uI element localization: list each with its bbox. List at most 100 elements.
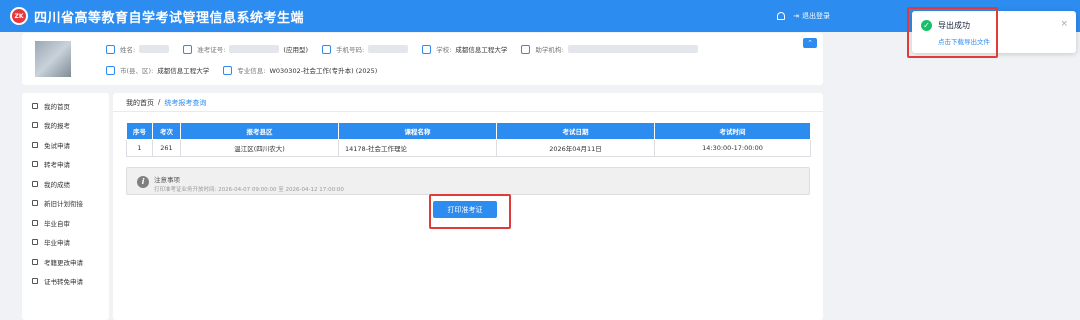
ticket-value-redacted	[229, 45, 280, 53]
location-icon	[106, 65, 115, 75]
sidebar-item-label: 毕业自审	[44, 219, 70, 228]
sidebar-item-label: 新旧计划衔接	[44, 200, 83, 209]
phone-value-redacted	[368, 45, 409, 53]
sidebar-item-label: 我的首页	[44, 102, 70, 111]
table-header-row: 序号 考次 报考县区 课程名称 考试日期 考试时间	[126, 122, 811, 140]
breadcrumb-current: 统考报考查询	[164, 99, 207, 107]
city-value: 成都信息工程大学	[157, 67, 210, 75]
logout-button[interactable]: ⇥ 退出登录	[793, 11, 830, 21]
name-field: 姓名:	[106, 44, 170, 54]
user-icon	[106, 44, 115, 54]
col-header-time: 考试时间	[654, 122, 811, 140]
avatar	[35, 41, 71, 77]
sidebar-item-label: 我的报考	[44, 122, 70, 131]
document-icon	[32, 180, 38, 187]
notice-text: 打印准考证业务开放时间: 2026-04-07 09:00:00 至 2026-…	[154, 187, 344, 193]
sidebar-item-label: 我的成绩	[44, 180, 70, 189]
profile-card: 姓名: 准考证号: (应用型) 手机号码: 学校: 成都信息工程大学 助学机构:	[22, 33, 823, 85]
major-field: 专业信息: W030302-社会工作(专升本) (2025)	[223, 65, 377, 75]
book-icon	[223, 65, 233, 75]
home-icon	[32, 102, 38, 109]
close-icon[interactable]: ×	[1060, 19, 1068, 29]
logout-label: 退出登录	[802, 12, 830, 20]
sidebar-item-exemption[interactable]: 免试申请	[22, 135, 109, 155]
sidebar-item-label: 考籍更改申请	[44, 258, 83, 267]
school-icon	[422, 44, 432, 54]
app-logo: ZK	[10, 7, 28, 25]
breadcrumb-home[interactable]: 我的首页	[126, 98, 154, 108]
breadcrumb: 我的首页 / 统考报考查询	[126, 98, 206, 108]
cell-index: 1	[126, 139, 153, 157]
ticket-label: 准考证号:	[197, 46, 226, 54]
profile-row-1: 姓名: 准考证号: (应用型) 手机号码: 学校: 成都信息工程大学 助学机构:	[106, 42, 712, 56]
breadcrumb-separator: /	[158, 98, 161, 106]
document-icon	[32, 278, 38, 285]
sidebar-item-transfer[interactable]: 转考申请	[22, 155, 109, 175]
document-icon	[32, 161, 38, 168]
sidebar-item-label: 免试申请	[44, 141, 70, 150]
collapse-button[interactable]: ⌃	[803, 38, 817, 48]
sidebar-item-label: 转考申请	[44, 161, 70, 170]
notice-box: i 注意事项 打印准考证业务开放时间: 2026-04-07 09:00:00 …	[126, 167, 810, 195]
cell-course: 14178-社会工作理论	[338, 139, 497, 157]
school-label: 学校:	[436, 46, 452, 54]
phone-label: 手机号码:	[335, 46, 365, 54]
sidebar-item-grad-self-review[interactable]: 毕业自审	[22, 213, 109, 233]
col-header-course: 课程名称	[338, 122, 497, 140]
exchange-icon	[32, 200, 38, 207]
sidebar-item-record-change[interactable]: 考籍更改申请	[22, 252, 109, 272]
sidebar-item-label: 毕业申请	[44, 239, 70, 248]
cell-district: 温江区(四川农大)	[180, 139, 339, 157]
top-actions: ⇥ 退出登录	[777, 11, 830, 21]
id-card-icon	[183, 44, 193, 54]
ticket-field: 准考证号: (应用型)	[183, 44, 308, 54]
top-bar-inner: ZK 四川省高等教育自学考试管理信息系统考生端 ⇥ 退出登录	[10, 6, 830, 26]
calendar-icon	[32, 122, 38, 129]
sidebar-item-my-registration[interactable]: 我的报考	[22, 116, 109, 136]
school-field: 学校: 成都信息工程大学	[422, 44, 507, 54]
phone-icon	[321, 44, 331, 54]
building-icon	[521, 44, 531, 54]
org-label: 助学机构:	[535, 46, 564, 54]
document-icon	[32, 141, 38, 148]
school-value: 成都信息工程大学	[455, 46, 508, 54]
notice-title: 注意事项	[154, 176, 180, 184]
document-icon	[32, 219, 38, 226]
sidebar-item-home[interactable]: 我的首页	[22, 96, 109, 116]
edit-icon	[32, 258, 38, 265]
logout-icon: ⇥	[793, 12, 799, 20]
highlight-box-print	[429, 194, 511, 229]
highlight-box-toast	[907, 7, 998, 58]
city-field: 市(县、区): 成都信息工程大学	[106, 65, 209, 75]
city-label: 市(县、区):	[120, 67, 154, 75]
col-header-index: 序号	[126, 122, 153, 140]
major-value: W030302-社会工作(专升本) (2025)	[269, 67, 378, 75]
sidebar-item-plan-link[interactable]: 新旧计划衔接	[22, 194, 109, 214]
info-icon: i	[137, 176, 149, 188]
major-label: 专业信息:	[237, 67, 266, 75]
org-field: 助学机构:	[521, 44, 698, 54]
cell-session: 261	[152, 139, 181, 157]
col-header-district: 报考县区	[180, 122, 339, 140]
sidebar-item-scores[interactable]: 我的成绩	[22, 174, 109, 194]
bell-icon[interactable]	[777, 12, 786, 20]
sidebar-item-cert-exempt[interactable]: 证书转免申请	[22, 272, 109, 292]
phone-field: 手机号码:	[321, 44, 409, 54]
app-title: 四川省高等教育自学考试管理信息系统考生端	[34, 10, 305, 26]
col-header-session: 考次	[152, 122, 181, 140]
name-label: 姓名:	[120, 46, 136, 54]
exam-table: 序号 考次 报考县区 课程名称 考试日期 考试时间 1 261 温江区(四川农大…	[126, 122, 811, 157]
org-value-redacted	[567, 45, 698, 53]
sidebar-item-label: 证书转免申请	[44, 278, 83, 287]
user-icon	[32, 239, 38, 246]
col-header-date: 考试日期	[496, 122, 655, 140]
name-value-redacted	[139, 45, 170, 53]
sidebar: 我的首页 我的报考 免试申请 转考申请 我的成绩 新旧计划衔接 毕业自审 毕业申…	[22, 93, 109, 320]
profile-row-2: 市(县、区): 成都信息工程大学 专业信息: W030302-社会工作(专升本)…	[106, 63, 391, 77]
sidebar-item-grad-apply[interactable]: 毕业申请	[22, 233, 109, 253]
cell-time: 14:30:00-17:00:00	[654, 139, 811, 157]
table-row: 1 261 温江区(四川农大) 14178-社会工作理论 2026年04月11日…	[126, 139, 811, 157]
divider	[113, 111, 823, 112]
ticket-suffix: (应用型)	[283, 46, 308, 54]
cell-date: 2026年04月11日	[496, 139, 655, 157]
